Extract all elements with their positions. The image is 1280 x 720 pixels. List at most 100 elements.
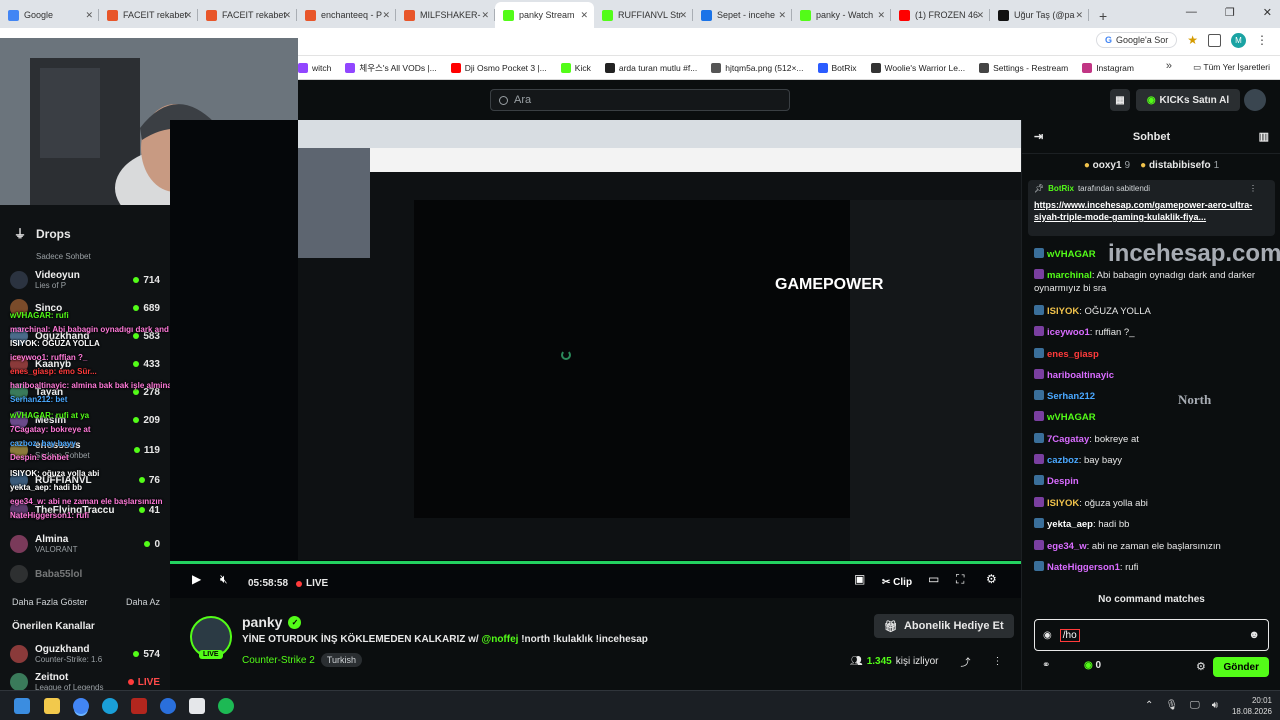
browser-tab[interactable]: panky - Watch ✕	[792, 2, 891, 28]
chat-users-icon[interactable]: ▥	[1259, 120, 1269, 154]
emote-bot-icon[interactable]: ◉	[1043, 630, 1052, 641]
volume-muted-icon[interactable]: 🔇︎	[220, 572, 228, 587]
bookmark-item[interactable]: arda turan mutlu #f...	[604, 62, 697, 73]
browser-tab[interactable]: Uğur Taş (@pa ✕	[990, 2, 1089, 28]
gifter-entry[interactable]: ● distabibisefo 1	[1140, 160, 1219, 171]
bookmark-item[interactable]: BotRix	[817, 62, 857, 73]
tab-close-icon[interactable]: ✕	[184, 10, 192, 21]
show-less-link[interactable]: Daha Az	[126, 597, 160, 607]
extensions-icon[interactable]	[1208, 33, 1221, 47]
bookmark-item[interactable]: Kick	[560, 62, 591, 73]
minimize-icon[interactable]: —	[1186, 6, 1197, 19]
drops-link[interactable]: ⏚ Drops	[14, 225, 71, 242]
tab-close-icon[interactable]: ✕	[1075, 10, 1083, 21]
tab-close-icon[interactable]: ✕	[481, 10, 489, 21]
tab-close-icon[interactable]: ✕	[778, 10, 786, 21]
chat-username[interactable]: cazboz	[1047, 455, 1079, 466]
sidebar-channel[interactable]: Videoyun Lies of P 714	[10, 267, 160, 293]
chat-username[interactable]: 7Cagatay	[1047, 434, 1089, 445]
start-icon[interactable]	[14, 698, 30, 714]
tab-close-icon[interactable]: ✕	[877, 10, 885, 21]
chat-username[interactable]: ISIYOK	[1047, 498, 1079, 509]
browser-tab[interactable]: FACEIT rekabet ✕	[99, 2, 198, 28]
bookmark-item[interactable]: Settings - Restream	[979, 62, 1068, 73]
bookmark-item[interactable]: witch	[298, 62, 331, 73]
bookmark-item[interactable]: Woolie's Warrior Le...	[870, 62, 965, 73]
microphone-icon[interactable]: 🎙︎	[1165, 700, 1178, 711]
chat-username[interactable]: wVHAGAR	[1047, 412, 1096, 423]
tab-close-icon[interactable]: ✕	[976, 10, 984, 21]
browser-tab[interactable]: FACEIT rekabet ✕	[198, 2, 297, 28]
search-input[interactable]: Ara	[490, 89, 790, 111]
unpin-icon[interactable]: ⋮	[1249, 184, 1257, 193]
bookmark-item[interactable]: Instagram	[1082, 62, 1134, 73]
close-window-icon[interactable]: ✕	[1263, 6, 1272, 19]
tray-arrow-icon[interactable]: ⌃	[1145, 700, 1153, 711]
clock[interactable]: 20:01 18.08.2026	[1232, 695, 1272, 717]
more-options-icon[interactable]: ⋮	[993, 656, 1003, 667]
sidebar-channel[interactable]: Oguzkhand Counter-Strike: 1.6 574	[10, 641, 160, 667]
browser-tab[interactable]: RUFFIANVL Str ✕	[594, 2, 693, 28]
gifter-entry[interactable]: ● ooxy1 9	[1084, 160, 1130, 171]
tab-close-icon[interactable]: ✕	[85, 10, 93, 21]
send-button[interactable]: Gönder	[1213, 657, 1269, 677]
chat-username[interactable]: ege34_w	[1047, 541, 1087, 552]
bookmark-item[interactable]: Dji Osmo Pocket 3 |...	[450, 62, 547, 73]
chat-settings-icon[interactable]: ⚙	[1196, 660, 1206, 673]
collapse-chat-icon[interactable]: ⇥	[1034, 120, 1043, 154]
offline-channel[interactable]: Baba55lol	[10, 561, 160, 587]
chat-input[interactable]: ◉ /ho ☻	[1034, 619, 1269, 651]
maximize-icon[interactable]: ❐	[1225, 6, 1235, 19]
settings-gear-icon[interactable]: ⚙	[986, 572, 997, 586]
browser-tab[interactable]: panky Stream ✕	[495, 2, 594, 28]
spotify-icon[interactable]	[218, 698, 234, 714]
clip-button[interactable]: ✂ Clip	[882, 577, 912, 588]
profile-avatar[interactable]: M	[1231, 32, 1246, 48]
share-icon[interactable]: ⤴	[961, 654, 971, 669]
volume-icon[interactable]: 🔊︎	[1212, 700, 1218, 711]
browser-tab[interactable]: enchanteeq - P ✕	[297, 2, 396, 28]
tab-close-icon[interactable]: ✕	[283, 10, 291, 21]
chat-username[interactable]: enes_giasp	[1047, 349, 1099, 360]
browser-menu-icon[interactable]: ⋮	[1256, 33, 1268, 47]
bookmark-item[interactable]: 체우스's All VODs |...	[345, 62, 437, 74]
kicks-buy-button[interactable]: ◉ KICKs Satın Al	[1136, 89, 1240, 111]
chat-username[interactable]: hariboaltinayic	[1047, 370, 1114, 381]
bookmark-star-icon[interactable]: ★	[1187, 33, 1198, 47]
streamer-name[interactable]: panky ✓	[242, 614, 302, 630]
browser-tab[interactable]: Sepet - incehe ✕	[693, 2, 792, 28]
new-tab-button[interactable]: +	[1099, 8, 1107, 24]
kicks-balance[interactable]: ◉ 0	[1084, 660, 1101, 671]
chat-tools-icon[interactable]: ⚭	[1042, 660, 1050, 671]
tab-close-icon[interactable]: ✕	[679, 10, 687, 21]
browser-tab[interactable]: (1) FROZEN 46 ✕	[891, 2, 990, 28]
chat-username[interactable]: marchinal	[1047, 270, 1092, 281]
emoji-icon[interactable]: ☻	[1248, 629, 1260, 641]
chat-username[interactable]: ISIYOK	[1047, 306, 1079, 317]
app-icon[interactable]	[131, 698, 147, 714]
edge-icon[interactable]	[102, 698, 118, 714]
language-tag[interactable]: Turkish	[320, 653, 362, 667]
browser-tab[interactable]: Google ✕	[0, 2, 99, 28]
pinned-link[interactable]: https://www.incehesap.com/gamepower-aero…	[1034, 199, 1269, 223]
fullscreen-icon[interactable]: ⛶	[956, 572, 964, 587]
chat-username[interactable]: yekta_aep	[1047, 519, 1093, 530]
notepad-icon[interactable]	[189, 698, 205, 714]
user-avatar[interactable]	[1244, 89, 1266, 111]
all-bookmarks-folder[interactable]: ▭ Tüm Yer İşaretleri	[1193, 62, 1270, 73]
play-icon[interactable]: ▶	[192, 572, 201, 586]
video-player[interactable]: GAMEPOWER ▶ 🔇︎ 05:58:58 LIVE ▣ ✂ Clip ▭ …	[170, 120, 1021, 598]
theatre-mode-icon[interactable]: ▣	[854, 572, 865, 586]
network-icon[interactable]: 🖵︎	[1190, 700, 1200, 711]
chat-input-value[interactable]: /ho	[1059, 628, 1080, 642]
tab-close-icon[interactable]: ✕	[382, 10, 390, 21]
chat-username[interactable]: wVHAGAR	[1047, 249, 1096, 260]
sidebar-channel[interactable]: Almina VALORANT 0	[10, 531, 160, 557]
bookmarks-more-icon[interactable]: »	[1166, 60, 1172, 72]
mention-link[interactable]: @noffej	[481, 634, 518, 645]
progress-bar[interactable]	[170, 561, 1021, 564]
google-sor-button[interactable]: G Google'a Sor	[1095, 32, 1178, 48]
chat-username[interactable]: iceywoo1	[1047, 327, 1090, 338]
bookmark-item[interactable]: hjtqm5a.png (512×...	[711, 62, 804, 73]
chat-username[interactable]: Despin	[1047, 476, 1079, 487]
